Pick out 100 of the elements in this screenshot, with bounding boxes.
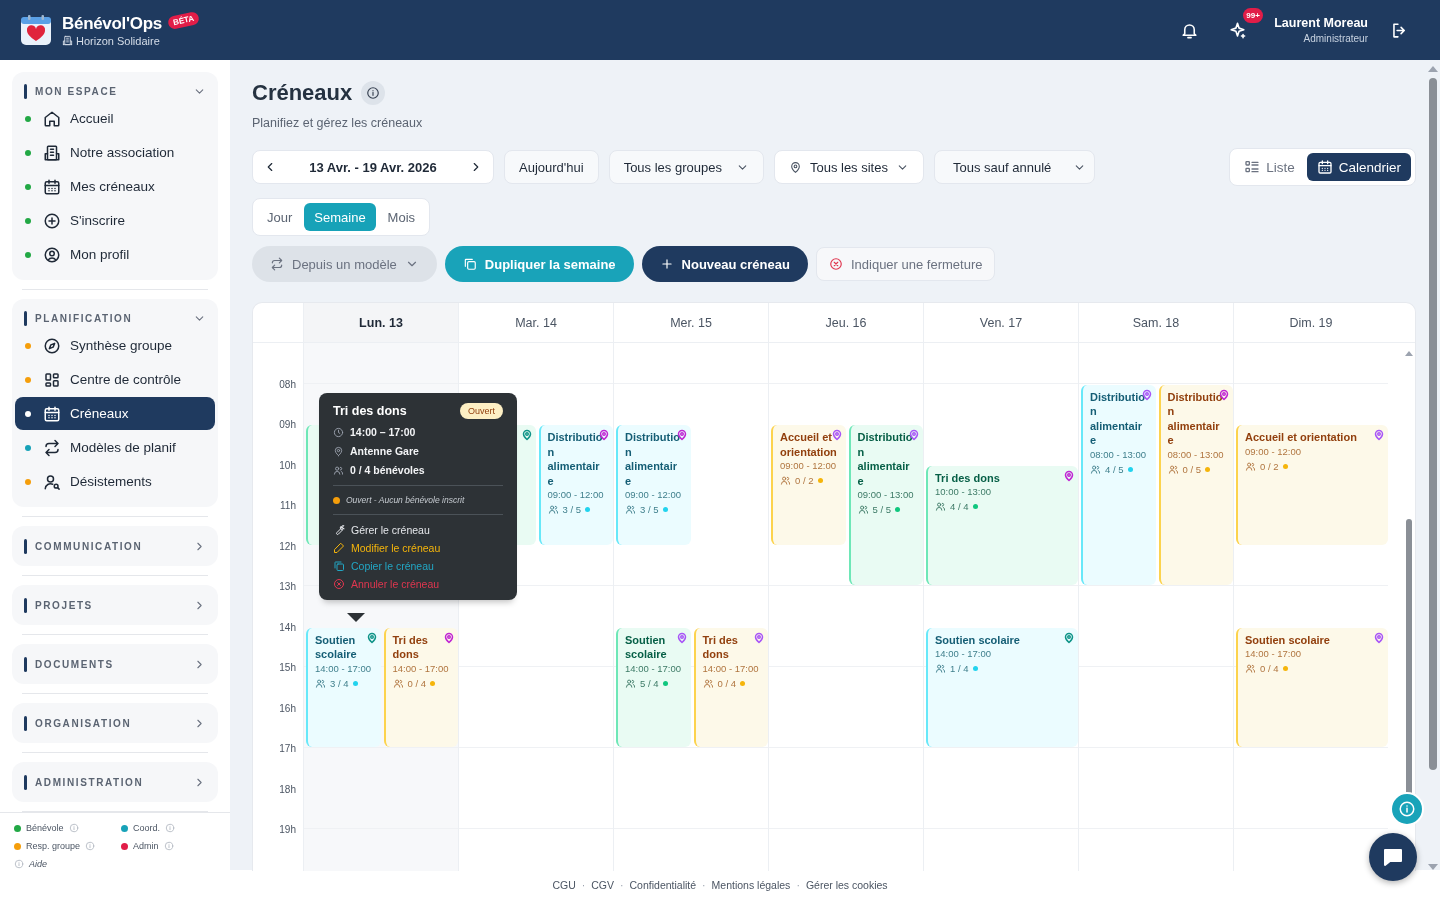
tooltip-action[interactable]: Modifier le créneau [333, 542, 441, 554]
slot-card[interactable]: Distribution alimentaire 09:00 - 12:00 3 / 5 [538, 425, 613, 545]
building-icon [43, 143, 61, 162]
hour-label: 14h [279, 621, 296, 632]
slot-card[interactable]: Tri des dons 10:00 - 13:00 4 / 4 [926, 465, 1078, 585]
nav-item[interactable]: Centre de contrôle [15, 363, 215, 396]
new-slot-button[interactable]: Nouveau créneau [641, 246, 808, 282]
section-header[interactable]: MON ESPACE [12, 81, 218, 101]
view-toggle[interactable]: Liste [1234, 153, 1305, 181]
plus-icon [659, 257, 674, 271]
page-scrollbar[interactable] [1428, 66, 1438, 870]
day-header: Ven. 17 [923, 303, 1078, 343]
status-dot [972, 666, 978, 671]
info-icon [14, 859, 24, 869]
user-search-icon [43, 472, 61, 491]
status-dot [430, 680, 435, 686]
building-icon [62, 35, 73, 46]
footer-link[interactable]: CGU [552, 879, 576, 891]
slot-card[interactable]: Distribution alimentaire 08:00 - 13:00 4 / 5 [1081, 384, 1156, 585]
nav-item[interactable]: Désistements [15, 465, 215, 498]
period-tab[interactable]: Mois [377, 203, 426, 231]
separator: · [796, 879, 800, 891]
closure-button[interactable]: Indiquer une fermeture [815, 247, 996, 281]
groups-dropdown[interactable]: Tous les groupes [608, 150, 764, 184]
slot-card[interactable]: Tri des dons 14:00 - 17:00 0 / 4 [383, 627, 458, 747]
slot-card[interactable]: Soutien scolaire 14:00 - 17:00 0 / 4 [1236, 627, 1388, 747]
status-select[interactable]: Tous sauf annulé [933, 150, 1096, 184]
status-dot [585, 507, 590, 512]
info-icon [163, 841, 174, 851]
slot-card[interactable]: Soutien scolaire 14:00 - 17:00 3 / 4 [306, 627, 381, 747]
slot-card[interactable]: Accueil et orientation 09:00 - 12:00 0 / 2 [771, 425, 846, 545]
people-icon [857, 504, 869, 515]
slot-count: 5 / 4 [640, 677, 659, 689]
footer-link[interactable]: CGV [591, 879, 615, 891]
tooltip-action[interactable]: Copier le créneau [333, 560, 434, 572]
slot-card[interactable]: Soutien scolaire 14:00 - 17:00 1 / 4 [926, 627, 1078, 747]
tooltip-status: Ouvert - Aucun bénévole inscrit [346, 495, 465, 505]
nav-item[interactable]: Mes créneaux [15, 170, 215, 203]
copy-icon [462, 257, 477, 271]
hour-label: 19h [279, 823, 296, 835]
nav-item[interactable]: Notre association [15, 136, 215, 169]
slot-card[interactable]: Distribution alimentaire 09:00 - 12:00 3 / 5 [616, 425, 691, 545]
pin-icon [333, 445, 344, 457]
slot-count: 0 / 2 [1260, 460, 1279, 472]
nav-item[interactable]: S'inscrire [15, 204, 215, 237]
info-button[interactable] [361, 81, 386, 105]
section-header[interactable]: PLANIFICATION [12, 308, 218, 328]
footer-link[interactable]: Mentions légales [711, 879, 791, 891]
view-toggle[interactable]: Calendrier [1306, 153, 1411, 181]
slot-count: 0 / 4 [1260, 663, 1279, 674]
section-header[interactable]: DOCUMENTS [12, 654, 218, 674]
slot-count: 3 / 4 [330, 677, 349, 689]
calendar-icon [1316, 159, 1333, 175]
slot-title: Distribution alimentaire [625, 430, 681, 488]
nav-item[interactable]: Synthèse groupe [15, 329, 215, 362]
people-icon [333, 464, 344, 476]
tooltip-time: 14:00 – 17:00 [350, 426, 416, 438]
slot-count: 4 / 5 [1105, 463, 1124, 475]
slot-card[interactable]: Soutien scolaire 14:00 - 17:00 5 / 4 [616, 627, 691, 747]
nav-item[interactable]: Mon profil [15, 238, 215, 271]
separator: · [702, 879, 706, 891]
section-header[interactable]: PROJETS [12, 595, 218, 615]
footer-link[interactable]: Confidentialité [629, 879, 697, 891]
section-header[interactable]: ADMINISTRATION [12, 772, 218, 792]
organization-name: Horizon Solidaire [76, 34, 160, 47]
hour-label: 10h [279, 459, 296, 470]
slot-title: Soutien scolaire [625, 632, 668, 662]
footer-link[interactable]: Gérer les cookies [805, 879, 888, 891]
plus-circle-icon [43, 211, 61, 230]
user-icon [43, 245, 61, 264]
people-icon [702, 677, 714, 689]
calendar-icon [43, 404, 61, 423]
slot-title: Soutien scolaire [315, 632, 358, 662]
today-button[interactable]: Aujourd'hui [504, 150, 599, 184]
help-link[interactable]: Aide [29, 859, 47, 869]
template-dropdown[interactable]: Depuis un modèle [252, 246, 437, 282]
status-dot [662, 507, 668, 512]
nav-item[interactable]: Créneaux [15, 397, 215, 430]
compass-icon [43, 336, 61, 355]
slot-time: 14:00 - 17:00 [702, 662, 760, 674]
slot-card[interactable]: Distribution alimentaire 08:00 - 13:00 0 / 5 [1158, 384, 1233, 585]
help-icon [1398, 800, 1416, 818]
day-header: Mar. 14 [458, 303, 613, 343]
section-header[interactable]: ORGANISATION [12, 713, 218, 733]
slot-title: Tri des dons [702, 632, 739, 662]
tooltip-action[interactable]: Gérer le créneau [333, 524, 430, 536]
sites-dropdown[interactable]: Tous les sites [773, 150, 924, 184]
nav-item[interactable]: Accueil [15, 102, 215, 135]
info-icon [165, 823, 175, 833]
status-dot [1205, 466, 1210, 472]
status-dot [895, 507, 900, 512]
slot-card[interactable]: Accueil et orientation 09:00 - 12:00 0 / 2 [1236, 425, 1388, 545]
slot-title: Soutien scolaire [1245, 632, 1331, 647]
people-icon [1167, 463, 1179, 475]
nav-item[interactable]: Modèles de planif [15, 431, 215, 464]
slot-card[interactable]: Tri des dons 14:00 - 17:00 0 / 4 [693, 627, 768, 747]
slot-card[interactable]: Distribution alimentaire 09:00 - 13:00 5 / 5 [848, 425, 923, 585]
period-tab[interactable]: Jour [257, 203, 303, 231]
clock-icon [333, 426, 344, 438]
section-header[interactable]: COMMUNICATION [12, 536, 218, 556]
